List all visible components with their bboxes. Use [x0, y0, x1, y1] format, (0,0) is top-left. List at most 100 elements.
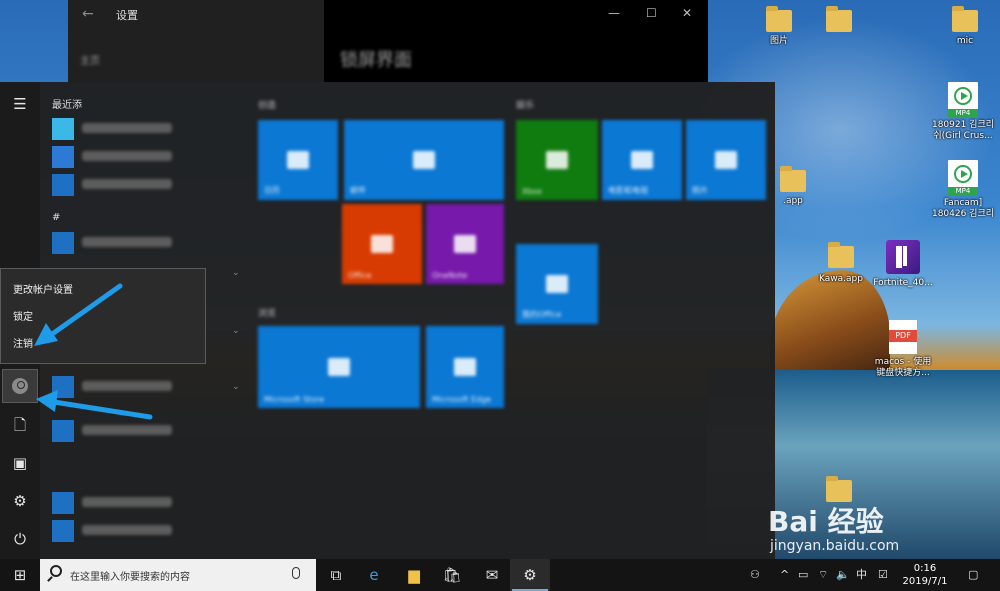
mail-icon[interactable]: ✉ — [472, 559, 512, 591]
maximize-icon[interactable]: ☐ — [646, 6, 657, 20]
tile-mail[interactable]: 邮件 — [344, 120, 504, 200]
movies-icon — [631, 151, 653, 169]
list-item[interactable] — [52, 492, 232, 514]
desktop-icon-mic[interactable]: mic — [932, 6, 998, 47]
list-item[interactable] — [52, 520, 232, 542]
tile-my-office[interactable]: 我的Office — [516, 244, 598, 324]
ime-indicator[interactable]: 中 — [856, 559, 867, 591]
chevron-up-icon[interactable]: ^ — [780, 559, 789, 591]
clock[interactable]: 0:16 2019/7/1 — [900, 562, 950, 588]
hamburger-menu-icon[interactable]: ☰ — [8, 92, 32, 116]
fortnite-icon — [886, 240, 920, 274]
settings-home-link[interactable]: 主页 — [80, 52, 100, 67]
tile-office[interactable]: Office — [342, 204, 422, 284]
chevron-down-icon[interactable]: ⌄ — [232, 268, 240, 278]
video-file-icon: MP4 — [948, 160, 978, 196]
chevron-down-icon[interactable]: ⌄ — [232, 382, 240, 392]
notification-icon[interactable]: ▢ — [968, 559, 978, 591]
settings-gear-icon[interactable]: ⚙ — [510, 559, 550, 591]
start-tiles: 创造 娱乐 浏览 日历 邮件 Office OneNote Xbox 电影和电视… — [250, 82, 770, 412]
list-item[interactable] — [52, 118, 232, 140]
office-icon — [371, 235, 393, 253]
desktop-icon-video-1[interactable]: MP4 180921 김크리 쉬(Girl Crus... — [930, 82, 996, 142]
store-icon — [328, 358, 350, 376]
app-label — [82, 497, 172, 507]
people-icon[interactable]: ⚇ — [750, 559, 760, 591]
tile-group-label: 浏览 — [258, 309, 277, 319]
office-icon — [546, 275, 568, 293]
power-icon[interactable]: ⏻ — [8, 527, 32, 551]
close-icon[interactable]: ✕ — [682, 6, 692, 20]
calendar-icon — [287, 151, 309, 169]
tile-calendar[interactable]: 日历 — [258, 120, 338, 200]
desktop-icon-folder[interactable] — [806, 6, 872, 32]
gear-icon[interactable]: ⚙ — [8, 489, 32, 513]
menu-item-sign-out[interactable]: 注销 — [1, 331, 205, 358]
taskbar-search-box[interactable]: 在这里输入你要搜索的内容 — [40, 559, 316, 591]
list-item[interactable] — [52, 232, 232, 254]
xbox-icon — [546, 151, 568, 169]
desktop-icon-pictures[interactable]: 图片 — [746, 6, 812, 47]
task-view-icon[interactable]: ⧉ — [316, 559, 356, 591]
action-icon[interactable]: ☑ — [878, 559, 888, 591]
pictures-icon[interactable]: ▣ — [8, 451, 32, 475]
video-file-icon: MP4 — [948, 82, 978, 118]
app-icon — [52, 118, 74, 140]
search-placeholder: 在这里输入你要搜索的内容 — [70, 572, 190, 583]
windows-start-icon[interactable]: ⊞ — [0, 559, 40, 591]
tile-onenote[interactable]: OneNote — [426, 204, 504, 284]
tile-xbox[interactable]: Xbox — [516, 120, 598, 200]
desktop-icon-video-2[interactable]: MP4 Fancam] 180426 김크리 — [930, 160, 996, 220]
folder-icon — [826, 6, 852, 32]
tile-store[interactable]: Microsoft Store — [258, 326, 420, 408]
edge-icon[interactable]: e — [354, 559, 394, 591]
clock-date: 2019/7/1 — [902, 576, 948, 587]
desktop-icon-fortnite[interactable]: Fortnite_40... — [870, 240, 936, 289]
user-account-button[interactable] — [2, 369, 38, 403]
desktop-icon-label: 180921 김크리 쉬(Girl Crus... — [931, 120, 995, 141]
account-context-menu: 更改帐户设置 锁定 注销 — [0, 268, 206, 364]
tile-group-label: 娱乐 — [516, 101, 535, 111]
app-label — [82, 151, 172, 161]
desktop-icon-folder-bottom[interactable] — [806, 476, 872, 502]
app-label — [82, 123, 172, 133]
settings-window: ← 设置 主页 锁屏界面 — ☐ ✕ — [68, 0, 708, 82]
chevron-down-icon[interactable]: ⌄ — [232, 326, 240, 336]
folder-icon — [766, 6, 792, 32]
minimize-icon[interactable]: — — [608, 6, 620, 20]
tile-movies[interactable]: 电影和电视 — [602, 120, 682, 200]
app-icon — [52, 146, 74, 168]
folder-icon — [780, 166, 806, 192]
desktop-icon-label: macos - 使用 键盘快捷方... — [874, 357, 932, 378]
desktop-icon-label: Fortnite_40... — [873, 278, 933, 288]
list-item[interactable] — [52, 174, 232, 196]
file-explorer-icon[interactable]: ▆ — [394, 559, 434, 591]
list-item[interactable] — [52, 146, 232, 168]
tile-photos[interactable]: 照片 — [686, 120, 766, 200]
volume-icon[interactable]: 🔈 — [836, 559, 850, 591]
app-icon — [52, 520, 74, 542]
app-icon — [52, 376, 74, 398]
desktop-icon-label: 图片 — [769, 36, 788, 46]
clock-time: 0:16 — [913, 563, 937, 574]
watermark-logo: Bai 经验 — [768, 505, 884, 538]
desktop-icon-label: Kawa.app — [819, 274, 863, 284]
menu-item-change-account-settings[interactable]: 更改帐户设置 — [1, 277, 205, 304]
store-icon[interactable]: 🛍 — [432, 559, 472, 591]
menu-item-lock[interactable]: 锁定 — [1, 304, 205, 331]
desktop-icon-pdf[interactable]: PDF macos - 使用 键盘快捷方... — [870, 320, 936, 379]
wifi-icon[interactable]: ⌔ — [818, 559, 828, 591]
app-icon — [52, 492, 74, 514]
tile-group-label: 创造 — [258, 101, 277, 111]
desktop-icon-kawa[interactable]: Kawa.app — [808, 242, 874, 285]
list-item[interactable] — [52, 376, 232, 398]
documents-icon[interactable]: 🗋 — [8, 413, 32, 437]
battery-icon[interactable]: ▭ — [798, 559, 808, 591]
list-item[interactable] — [52, 420, 232, 442]
cube-icon — [52, 232, 74, 254]
app-label — [82, 425, 172, 435]
back-arrow-icon[interactable]: ← — [82, 6, 94, 22]
tile-edge[interactable]: Microsoft Edge — [426, 326, 504, 408]
app-label — [82, 179, 172, 189]
microphone-icon[interactable] — [292, 567, 300, 579]
